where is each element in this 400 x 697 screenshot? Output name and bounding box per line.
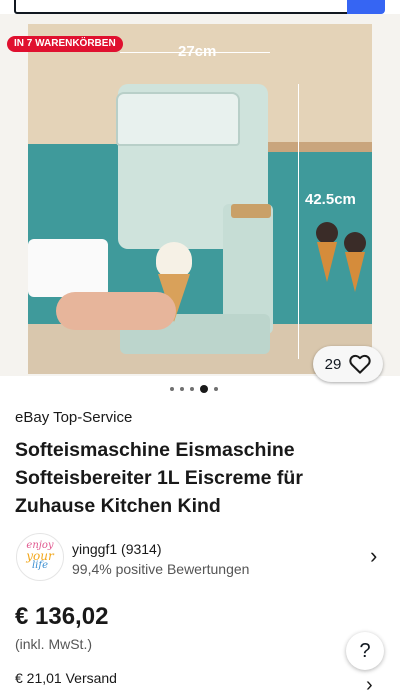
seller-rating: 99,4% positive Bewertungen: [72, 561, 250, 577]
shipping-chevron-icon[interactable]: ›: [366, 674, 373, 697]
image-gallery[interactable]: 27cm 42.5cm IN 7 WARENKÖRBEN: [0, 14, 400, 376]
search-button[interactable]: [347, 0, 385, 14]
cone-rack: [308, 214, 372, 324]
top-service-label: eBay Top-Service: [15, 409, 133, 426]
pagination-dot[interactable]: [190, 387, 194, 391]
cone: [317, 242, 337, 282]
search-bar: [0, 0, 400, 14]
pagination-dot[interactable]: [170, 387, 174, 391]
pagination-dot-active[interactable]: [200, 385, 208, 393]
watch-count: 29: [324, 355, 342, 373]
search-input[interactable]: [14, 0, 351, 14]
product-title: Softeismaschine Eismaschine Softeisberei…: [15, 439, 303, 517]
cart-count-badge: IN 7 WARENKÖRBEN: [7, 36, 123, 52]
chocolate-scoop: [344, 232, 366, 254]
height-dimension-label: 42.5cm: [305, 191, 356, 208]
photo-hand: [56, 292, 176, 330]
seller-avatar: enjoy your life: [16, 533, 64, 581]
pagination-dot[interactable]: [214, 387, 218, 391]
photo-dessert-bowl: [28, 239, 108, 297]
price: € 136,02: [15, 603, 109, 630]
height-dimension-line: [298, 84, 299, 359]
watch-button[interactable]: 29: [313, 346, 383, 382]
width-dimension-label: 27cm: [178, 43, 217, 60]
seller-card[interactable]: enjoy your life yinggf1 (9314) 99,4% pos…: [14, 531, 386, 583]
shipping-cost: € 21,01 Versand: [15, 670, 117, 686]
product-image[interactable]: 27cm 42.5cm: [28, 24, 372, 374]
cone: [345, 252, 365, 292]
pagination-dot[interactable]: [180, 387, 184, 391]
avatar-line-3: life: [31, 560, 48, 571]
machine-gold-ring: [231, 204, 271, 218]
soft-serve: [156, 242, 192, 278]
chocolate-scoop: [316, 222, 338, 244]
seller-name[interactable]: yinggf1 (9314): [72, 541, 162, 557]
machine-lid: [116, 92, 240, 146]
question-icon[interactable]: ?: [346, 632, 384, 670]
chevron-right-icon[interactable]: ›: [370, 543, 377, 569]
image-pagination: [170, 384, 240, 394]
tax-note: (inkl. MwSt.): [15, 636, 92, 652]
heart-icon: [349, 354, 372, 374]
